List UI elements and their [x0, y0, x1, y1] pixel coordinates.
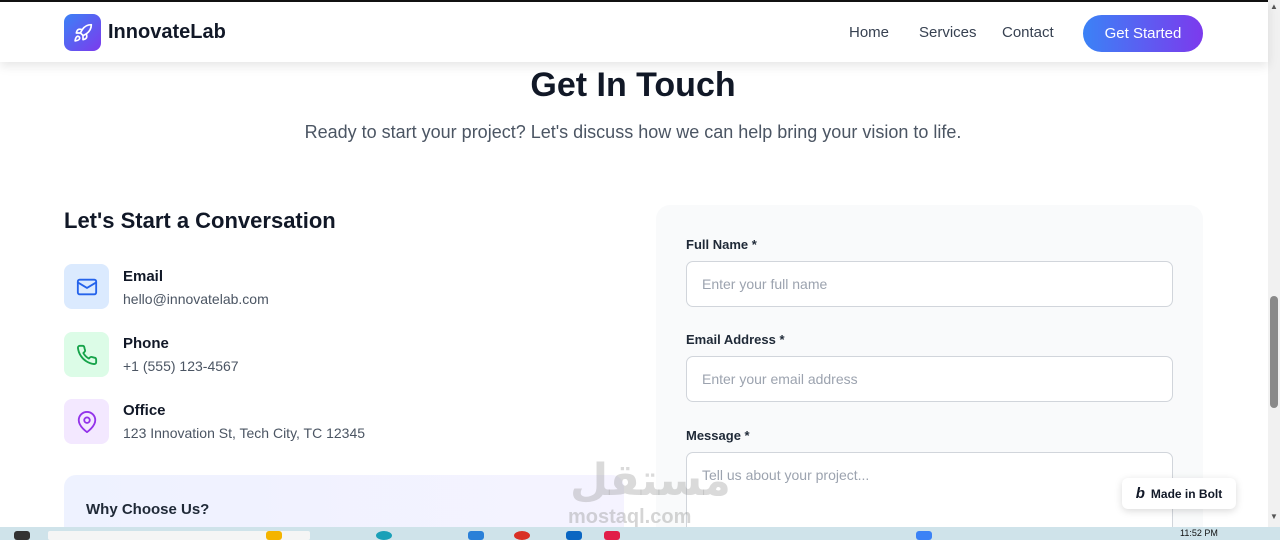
taskbar-clock: 11:52 PM	[1180, 528, 1218, 538]
watermark-arabic: مستقل	[570, 456, 731, 505]
taskbar-app-icon[interactable]	[514, 531, 530, 540]
full-name-label: Full Name *	[686, 237, 757, 252]
email-address-input[interactable]	[686, 356, 1173, 402]
taskbar-tray-icon[interactable]	[916, 531, 932, 540]
phone-value[interactable]: +1 (555) 123-4567	[123, 358, 239, 374]
scroll-up-arrow-icon[interactable]: ▲	[1268, 2, 1280, 12]
map-pin-icon	[64, 399, 109, 444]
page-title: Get In Touch	[530, 66, 736, 104]
rocket-logo-icon[interactable]	[64, 14, 101, 51]
message-label: Message *	[686, 428, 750, 443]
conversation-heading: Let's Start a Conversation	[64, 208, 336, 233]
brand-name[interactable]: InnovateLab	[108, 21, 226, 44]
watermark-latin: mostaql.com	[568, 506, 692, 528]
office-label: Office	[123, 402, 166, 419]
site-header: InnovateLab Home Services Contact Get St…	[0, 0, 1268, 62]
bolt-logo-icon: b	[1135, 485, 1145, 502]
taskbar-app-icon[interactable]	[468, 531, 484, 540]
nav-services[interactable]: Services	[919, 24, 977, 41]
taskbar-app-icon[interactable]	[604, 531, 620, 540]
taskbar-app-icon[interactable]	[376, 531, 392, 540]
office-value: 123 Innovation St, Tech City, TC 12345	[123, 425, 366, 441]
email-label: Email	[123, 268, 164, 285]
nav-home[interactable]: Home	[849, 24, 889, 41]
made-in-bolt-label: Made in Bolt	[1150, 486, 1223, 501]
contact-form: Full Name * Email Address * Message *	[656, 205, 1203, 540]
scroll-down-arrow-icon[interactable]: ▼	[1268, 512, 1280, 522]
os-taskbar: 11:52 PM	[0, 527, 1280, 540]
get-started-button[interactable]: Get Started	[1083, 15, 1203, 52]
taskbar-app-icon[interactable]	[266, 531, 282, 540]
vertical-scrollbar[interactable]: ▲ ▼	[1268, 0, 1280, 527]
start-icon[interactable]	[14, 531, 30, 540]
phone-icon	[64, 332, 109, 377]
scrollbar-thumb[interactable]	[1270, 296, 1278, 408]
nav-contact[interactable]: Contact	[1002, 24, 1054, 41]
mail-icon	[64, 264, 109, 309]
email-value[interactable]: hello@innovatelab.com	[123, 291, 269, 307]
phone-label: Phone	[123, 335, 169, 352]
made-in-bolt-badge[interactable]: b Made in Bolt	[1122, 478, 1236, 509]
why-choose-us-title: Why Choose Us?	[86, 501, 210, 518]
page-subtitle: Ready to start your project? Let's discu…	[304, 122, 962, 142]
taskbar-app-icon[interactable]	[566, 531, 582, 540]
email-address-label: Email Address *	[686, 332, 785, 347]
full-name-input[interactable]	[686, 261, 1173, 307]
